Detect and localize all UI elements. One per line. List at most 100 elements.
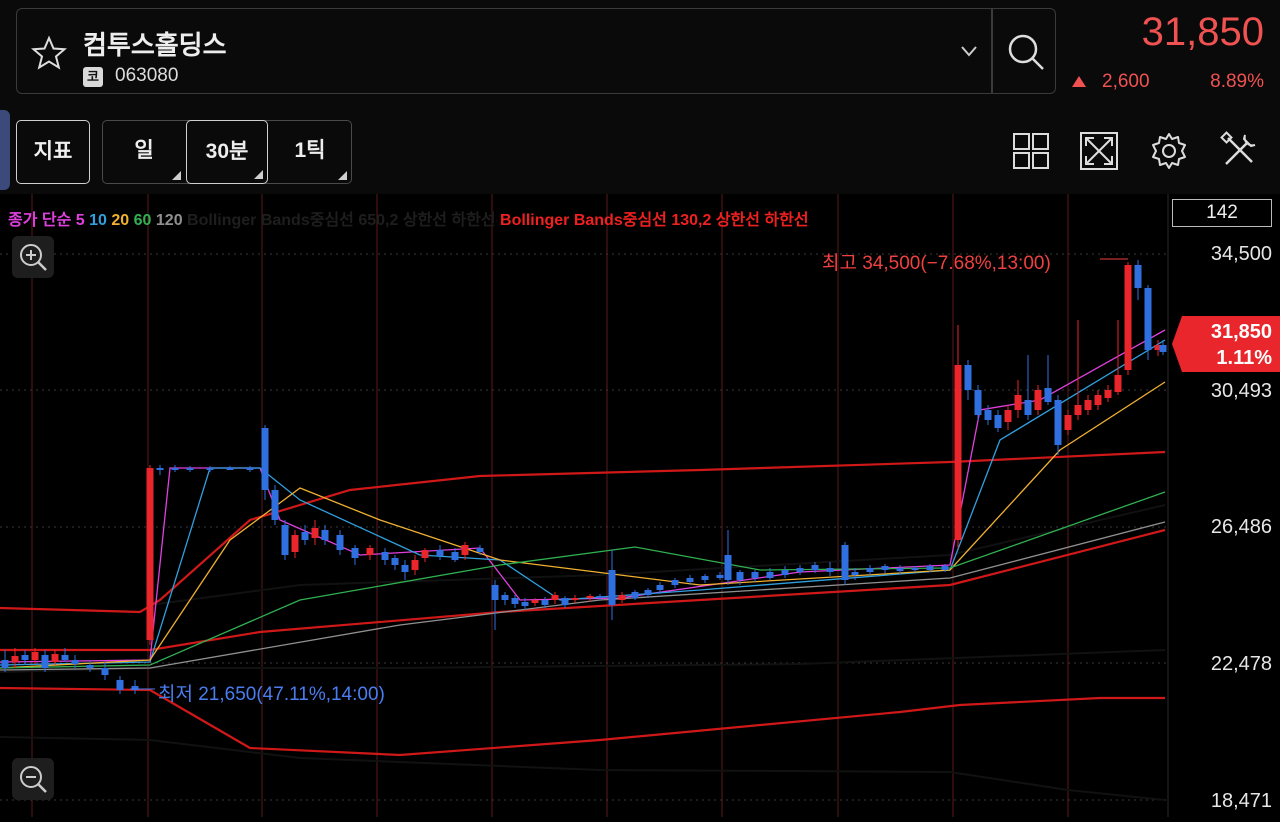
candle-up (1034, 390, 1042, 410)
period-day[interactable]: 일 (103, 120, 185, 184)
candle-down (766, 572, 774, 578)
indicator-legend[interactable]: 종가 단순 5 10 20 60 120 Bollinger Bands중심선 … (8, 206, 809, 230)
candle-down (881, 566, 889, 570)
candle-down (476, 548, 484, 552)
candle-down (1134, 265, 1142, 288)
candle-down (351, 548, 359, 558)
stock-code: 063080 (115, 65, 179, 86)
dropdown-corner-icon (172, 171, 181, 180)
candle-down (246, 468, 254, 470)
candle-count-box[interactable]: 142 (1172, 199, 1272, 227)
indicator-button[interactable]: 지표 (16, 120, 90, 184)
y-axis-label: 34,500 (1210, 243, 1272, 265)
candle-down (116, 680, 124, 690)
period-30min-label: 30분 (205, 140, 249, 163)
candle-down (751, 572, 759, 578)
candle-up (311, 528, 319, 538)
candle-up (411, 560, 419, 570)
candle-down (521, 602, 529, 606)
candle-down (781, 570, 789, 575)
legend-ma60: 60 (133, 212, 152, 229)
candle-up (1124, 265, 1132, 370)
dropdown-corner-icon (254, 170, 263, 179)
candle-down (811, 565, 819, 570)
legend-bb650: Bollinger Bands중심선 650,2 상한선 하한선 (187, 212, 496, 229)
search-icon[interactable] (997, 13, 1053, 89)
candle-down (226, 468, 234, 470)
side-panel-tab[interactable] (0, 110, 10, 190)
candle-up (618, 595, 626, 600)
candle-down (994, 415, 1002, 428)
candle-down (826, 568, 834, 572)
y-axis-label: 18,471 (1210, 790, 1272, 812)
candle-down (61, 655, 69, 660)
candle-down (716, 575, 724, 578)
candle-up (571, 598, 579, 600)
candle-down (1144, 288, 1152, 350)
candle-down (491, 585, 499, 600)
stock-header: 컴투스홀딩스 코 063080 31,850 2,600 8.89% (0, 0, 1280, 110)
candle-down (926, 566, 934, 570)
fullscreen-icon[interactable] (1078, 130, 1120, 172)
candle-up (291, 535, 299, 552)
candle-up (51, 654, 59, 662)
chevron-down-icon[interactable] (957, 39, 981, 63)
stock-name[interactable]: 컴투스홀딩스 (83, 25, 227, 62)
candle-down (171, 468, 179, 470)
candle-down (841, 545, 849, 580)
candle-down (71, 660, 79, 664)
candle-down (1, 660, 9, 668)
candle-down (451, 552, 459, 560)
bb650-lower-line (0, 736, 1166, 801)
zoom-in-icon[interactable] (12, 236, 54, 278)
candle-down (101, 668, 109, 675)
star-icon[interactable] (31, 35, 67, 71)
candle-up (954, 365, 962, 540)
candle-down (561, 598, 569, 605)
candle-down (436, 550, 444, 556)
candle-down (1159, 345, 1167, 352)
stock-search-box[interactable]: 컴투스홀딩스 코 063080 (16, 8, 1056, 94)
legend-ma20: 20 (111, 212, 130, 229)
candle-down (1024, 400, 1032, 415)
dropdown-corner-icon (338, 171, 347, 180)
candle-down (974, 390, 982, 415)
ma5-line (0, 329, 1166, 663)
current-price: 31,850 (1141, 10, 1264, 54)
period-selector: 일 30분 1틱 (102, 120, 352, 184)
candle-down (1054, 400, 1062, 445)
candle-down (501, 595, 509, 600)
period-1tick[interactable]: 1틱 (269, 120, 351, 184)
candle-down (301, 532, 309, 540)
candlestick-chart[interactable] (0, 194, 1280, 817)
candle-down (1044, 388, 1052, 402)
tools-icon[interactable] (1218, 130, 1260, 172)
candle-down (86, 665, 94, 668)
candle-down (186, 468, 194, 470)
candle-down (596, 596, 604, 598)
layout-grid-icon[interactable] (1010, 130, 1052, 172)
candle-down (631, 592, 639, 598)
legend-ma10: 10 (89, 212, 107, 229)
candle-down (984, 410, 992, 420)
y-axis-label: 22,478 (1210, 653, 1272, 675)
candle-down (964, 365, 972, 390)
candle-down (736, 572, 744, 580)
legend-ma120: 120 (155, 212, 183, 229)
candle-down (866, 568, 874, 572)
period-30min[interactable]: 30분 (186, 120, 268, 184)
candle-up (146, 468, 154, 640)
settings-icon[interactable] (1148, 130, 1190, 172)
candle-down (724, 555, 732, 580)
low-price-annotation: 최저 21,650(47.11%,14:00) (158, 684, 385, 705)
ma120-line (0, 521, 1166, 671)
candle-down (41, 655, 49, 668)
candle-down (156, 468, 164, 470)
candle-down (21, 655, 29, 660)
candle-down (686, 578, 694, 582)
legend-ma5: 5 (75, 212, 85, 229)
price-chart[interactable] (0, 194, 1280, 817)
candle-down (656, 585, 664, 590)
candle-down (401, 565, 409, 572)
zoom-out-icon[interactable] (12, 758, 54, 800)
